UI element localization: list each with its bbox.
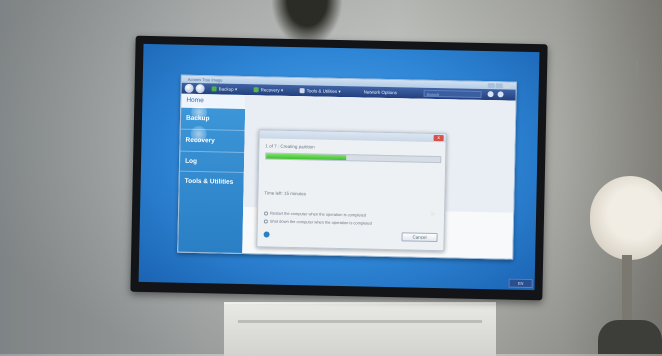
forward-button[interactable] — [195, 83, 205, 94]
toolbar-network-label: Network Options — [363, 89, 397, 96]
settings-icon[interactable] — [487, 91, 494, 98]
cabinet-slot — [238, 320, 482, 323]
cancel-button[interactable]: Cancel — [401, 232, 438, 243]
backup-icon — [211, 86, 217, 92]
operation-status: 1 of 7 : Creating partition — [265, 143, 315, 150]
toolbar-tools-label: Tools & Utilities — [306, 88, 338, 94]
toolbar-recovery-label: Recovery — [260, 87, 280, 93]
toolbar-backup-menu[interactable]: Backup ▾ — [211, 83, 238, 95]
time-left: Time left: 15 minutes — [264, 190, 307, 197]
toolbar-backup-label: Backup — [218, 86, 234, 92]
shutdown-option-label: Shut down the computer when the operatio… — [269, 218, 372, 226]
shutdown-option[interactable]: Shut down the computer when the operatio… — [263, 218, 372, 226]
wall-hook — [636, 60, 638, 74]
minimize-button[interactable] — [487, 83, 495, 89]
tray-label: EN — [517, 280, 524, 286]
mouse-cursor-icon — [428, 208, 437, 218]
toolbar-network-menu[interactable]: Network Options — [363, 86, 397, 98]
toolbar-recovery-menu[interactable]: Recovery ▾ — [253, 84, 284, 96]
dialog-close-button[interactable]: x — [433, 134, 444, 142]
search-input[interactable]: Search — [423, 89, 482, 98]
sidebar-item-log[interactable]: Log — [179, 151, 245, 174]
close-window-button[interactable] — [503, 83, 511, 89]
sidebar-item-label: Tools & Utilities — [184, 177, 234, 186]
app-logo-icon — [263, 231, 270, 238]
dialog-title-bar: x — [259, 130, 446, 143]
lamp-shade — [590, 176, 662, 260]
chair-back — [598, 320, 662, 354]
system-tray[interactable]: EN — [508, 278, 533, 289]
sidebar-item-tools[interactable]: Tools & Utilities — [179, 172, 243, 193]
tv-screen: Acronis True Image Backup ▾ Recovery ▾ T… — [138, 43, 540, 291]
progress-dialog: x 1 of 7 : Creating partition Time left:… — [256, 129, 447, 252]
sidebar-item-label: Log — [185, 157, 198, 166]
progress-bar — [265, 152, 442, 164]
recovery-icon — [253, 87, 259, 93]
app-window: Acronis True Image Backup ▾ Recovery ▾ T… — [177, 74, 517, 260]
sidebar-item-backup[interactable]: Backup — [180, 103, 246, 132]
search-placeholder: Search — [426, 91, 440, 98]
toolbar-tools-menu[interactable]: Tools & Utilities ▾ — [299, 85, 341, 97]
sidebar-item-label: Home — [186, 96, 204, 105]
back-button[interactable] — [184, 83, 194, 93]
restart-option-label: Restart the computer when the operation … — [269, 210, 367, 218]
sidebar: Home Backup Recovery Log Tools & Utiliti… — [178, 93, 246, 253]
restart-option[interactable]: Restart the computer when the operation … — [263, 210, 367, 218]
shutdown-radio[interactable] — [263, 219, 268, 224]
sidebar-item-recovery[interactable]: Recovery — [180, 125, 245, 154]
maximize-button[interactable] — [495, 83, 503, 89]
tools-icon — [299, 88, 305, 94]
television: Acronis True Image Backup ▾ Recovery ▾ T… — [130, 35, 548, 301]
help-icon[interactable] — [497, 91, 504, 98]
sidebar-item-home[interactable]: Home — [181, 93, 246, 110]
tv-cabinet — [224, 302, 496, 356]
restart-radio[interactable] — [263, 211, 269, 216]
progress-bar-fill — [266, 153, 347, 161]
